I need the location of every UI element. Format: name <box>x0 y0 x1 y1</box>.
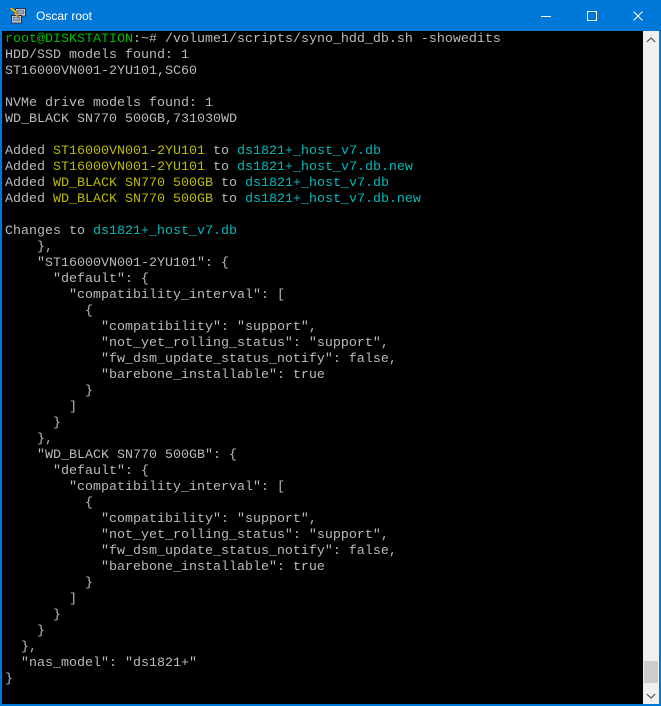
terminal-line: "default": { <box>5 272 643 288</box>
close-button[interactable] <box>615 0 661 31</box>
maximize-button[interactable] <box>569 0 615 31</box>
window-title: Oscar root <box>36 9 523 23</box>
chevron-up-icon <box>646 37 656 43</box>
window-body: root@DISKSTATION:~# /volume1/scripts/syn… <box>2 31 659 704</box>
terminal-line: WD_BLACK SN770 500GB,731030WD <box>5 112 643 128</box>
terminal-line <box>5 128 643 144</box>
terminal-line: Changes to ds1821+_host_v7.db <box>5 224 643 240</box>
terminal-line: } <box>5 416 643 432</box>
terminal-line: "barebone_installable": true <box>5 560 643 576</box>
scroll-up-button[interactable] <box>643 31 659 48</box>
terminal-line: } <box>5 672 643 688</box>
terminal-line: ] <box>5 592 643 608</box>
terminal-line: }, <box>5 240 643 256</box>
terminal-line: "nas_model": "ds1821+" <box>5 656 643 672</box>
scrollbar-thumb[interactable] <box>644 661 658 683</box>
terminal-line: { <box>5 304 643 320</box>
terminal-line: } <box>5 608 643 624</box>
terminal-line: "ST16000VN001-2YU101": { <box>5 256 643 272</box>
terminal-line: "fw_dsm_update_status_notify": false, <box>5 352 643 368</box>
terminal-line: } <box>5 576 643 592</box>
terminal-line: "compatibility_interval": [ <box>5 480 643 496</box>
terminal-line: "fw_dsm_update_status_notify": false, <box>5 544 643 560</box>
putty-window: Oscar root root@DISKSTATION:~# /volume1 <box>0 0 661 706</box>
terminal-line: Added WD_BLACK SN770 500GB to ds1821+_ho… <box>5 192 643 208</box>
putty-icon <box>9 7 27 25</box>
terminal-line: }, <box>5 432 643 448</box>
maximize-icon <box>587 11 597 21</box>
terminal-line: NVMe drive models found: 1 <box>5 96 643 112</box>
caption-buttons <box>523 0 661 31</box>
terminal-line: HDD/SSD models found: 1 <box>5 48 643 64</box>
terminal-line <box>5 208 643 224</box>
scroll-down-button[interactable] <box>643 687 659 704</box>
minimize-button[interactable] <box>523 0 569 31</box>
terminal-line: ST16000VN001-2YU101,SC60 <box>5 64 643 80</box>
terminal-line: Added ST16000VN001-2YU101 to ds1821+_hos… <box>5 144 643 160</box>
terminal-line: "not_yet_rolling_status": "support", <box>5 528 643 544</box>
terminal-line: } <box>5 384 643 400</box>
scrollbar-track[interactable] <box>643 48 659 687</box>
scrollbar[interactable] <box>643 31 659 704</box>
close-icon <box>633 11 643 21</box>
terminal-line: "WD_BLACK SN770 500GB": { <box>5 448 643 464</box>
terminal-line: "compatibility": "support", <box>5 320 643 336</box>
terminal-line: { <box>5 496 643 512</box>
terminal-line: "default": { <box>5 464 643 480</box>
terminal-line: "barebone_installable": true <box>5 368 643 384</box>
terminal-line: } <box>5 624 643 640</box>
terminal-line: "compatibility_interval": [ <box>5 288 643 304</box>
terminal-line: "compatibility": "support", <box>5 512 643 528</box>
terminal-screen[interactable]: root@DISKSTATION:~# /volume1/scripts/syn… <box>2 31 643 704</box>
terminal-line: Added WD_BLACK SN770 500GB to ds1821+_ho… <box>5 176 643 192</box>
titlebar[interactable]: Oscar root <box>0 0 661 31</box>
minimize-icon <box>541 11 551 21</box>
terminal-line <box>5 80 643 96</box>
terminal-line: Added ST16000VN001-2YU101 to ds1821+_hos… <box>5 160 643 176</box>
terminal-line: "not_yet_rolling_status": "support", <box>5 336 643 352</box>
terminal-line: root@DISKSTATION:~# /volume1/scripts/syn… <box>5 32 643 48</box>
chevron-down-icon <box>646 693 656 699</box>
terminal-line: }, <box>5 640 643 656</box>
terminal-line: ] <box>5 400 643 416</box>
